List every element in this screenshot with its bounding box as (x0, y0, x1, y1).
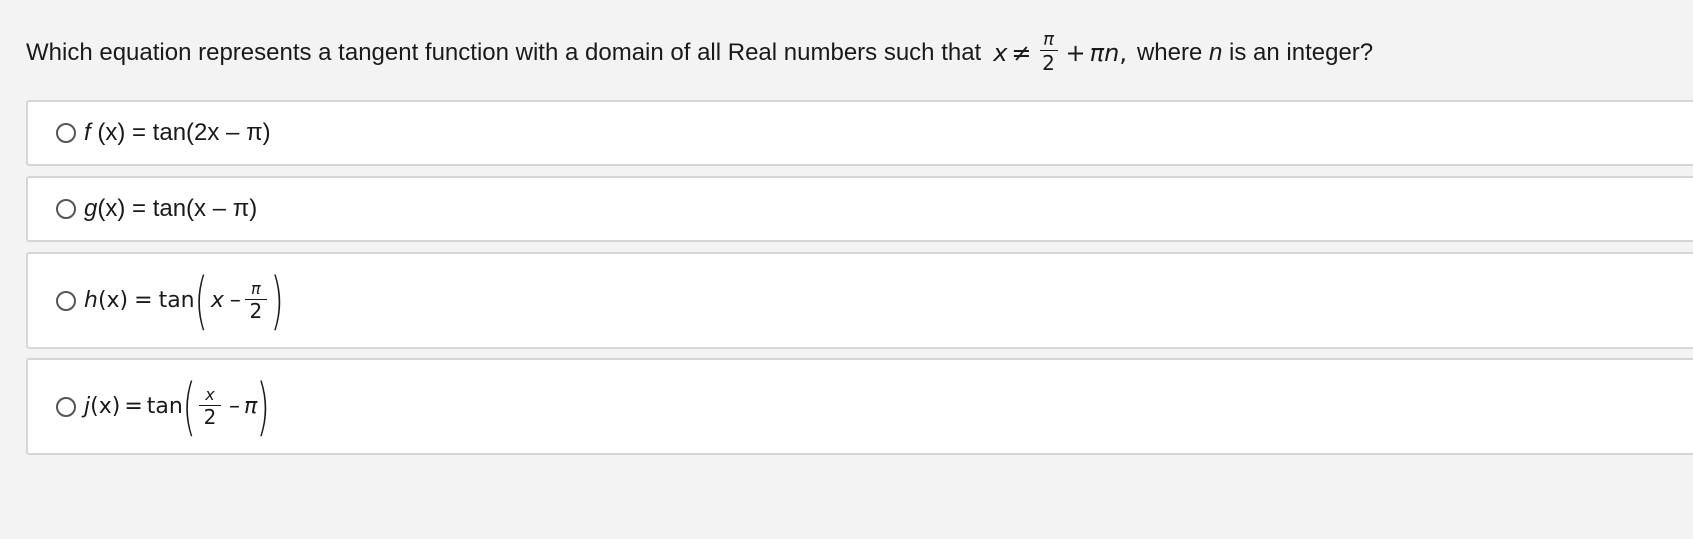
question-prefix: Which equation represents a tangent func… (26, 38, 982, 66)
option-h-equation: h (x) = tan ( x – π 2 ) (84, 263, 284, 337)
radio-button-icon[interactable] (56, 199, 76, 219)
suffix-var-n: n (1209, 38, 1223, 66)
answer-option-h[interactable]: h (x) = tan ( x – π 2 ) (26, 252, 1693, 349)
math-pi: π (1089, 38, 1105, 67)
right-paren: ) (256, 369, 271, 443)
tan-label: tan (146, 394, 183, 419)
tan-label: tan (158, 288, 195, 313)
option-j-equation: j (x) = tan ( x 2 – π ) (84, 369, 271, 443)
inner-var-x: x (210, 288, 224, 313)
suffix-integer: is an integer? (1229, 38, 1374, 66)
pi-over-2-fraction: π 2 (1039, 29, 1058, 75)
math-n: n (1104, 38, 1120, 67)
answer-option-g[interactable]: g(x) = tan(x – π) (26, 176, 1693, 242)
fraction-numerator: π (251, 279, 261, 298)
fn-argument: (x) (90, 394, 121, 419)
equals-sign: = (134, 288, 153, 313)
equation-body: (x) = tan(x – π) (97, 195, 258, 222)
question-prompt: Which equation represents a tangent func… (26, 29, 1373, 76)
fraction-numerator: x (205, 385, 215, 404)
domain-expression: x ≠ π 2 + π n , (993, 29, 1127, 76)
plus-sign: + (1065, 38, 1086, 67)
option-f-equation: f (x) = tan(2x – π) (84, 119, 271, 147)
fn-name: g (84, 195, 98, 222)
equals-sign: = (124, 394, 143, 419)
equation-body: (x) = tan(2x – π) (90, 119, 271, 146)
option-g-equation: g(x) = tan(x – π) (84, 195, 257, 223)
suffix-where: where (1136, 38, 1203, 66)
right-paren: ) (270, 263, 284, 337)
radio-button-icon[interactable] (56, 290, 76, 311)
radio-button-icon[interactable] (56, 123, 76, 143)
inner-pi: π (244, 394, 258, 419)
left-paren: ( (182, 369, 196, 443)
answer-option-f[interactable]: f (x) = tan(2x – π) (26, 100, 1693, 166)
math-comma: , (1119, 38, 1127, 67)
left-paren: ( (194, 263, 208, 337)
fn-name: h (84, 288, 98, 313)
answer-option-j[interactable]: j (x) = tan ( x 2 – π ) (26, 358, 1693, 455)
fraction-denominator: 2 (249, 299, 263, 323)
fraction-denominator: 2 (203, 405, 217, 429)
pi-over-2-fraction: π 2 (244, 279, 267, 323)
fn-argument: (x) (97, 288, 129, 313)
not-equal-sign: ≠ (1011, 38, 1032, 67)
x-over-2-fraction: x 2 (199, 385, 222, 429)
minus-sign: – (229, 288, 241, 313)
minus-sign: – (229, 394, 241, 419)
fn-name: f (84, 119, 91, 146)
question-suffix: where n is an integer? (1137, 39, 1373, 67)
fraction-denominator: 2 (1042, 51, 1055, 75)
math-var-x: x (993, 38, 1008, 67)
fraction-numerator: π (1043, 29, 1054, 50)
radio-button-icon[interactable] (56, 396, 76, 417)
